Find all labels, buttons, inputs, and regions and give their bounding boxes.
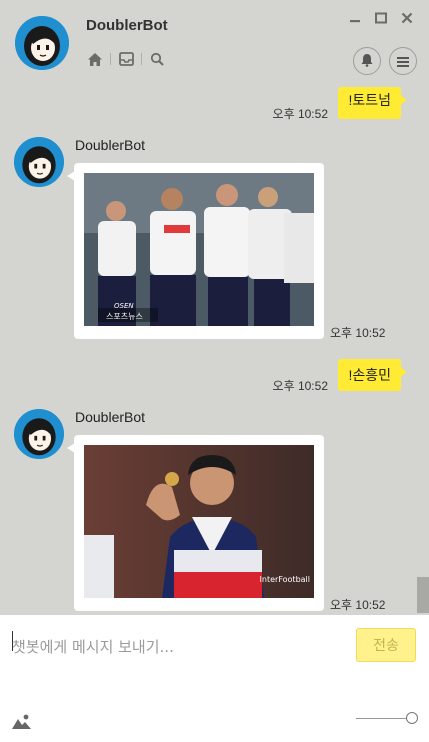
sender-name: DoublerBot [75, 409, 146, 425]
close-icon[interactable] [400, 11, 414, 25]
menu-button[interactable] [389, 47, 417, 75]
slider-track [356, 718, 412, 719]
message-time: 오후 10:52 [330, 326, 386, 340]
image-watermark: OSEN [114, 302, 134, 310]
image-caption: 스포츠뉴스 [106, 312, 143, 321]
menu-icon [397, 52, 409, 71]
chat-history[interactable]: 오후 10:52 !토트넘 DoublerBot 스포츠뉴스 OSEN 오후 1… [0, 87, 429, 615]
composer: 전송 [0, 615, 429, 742]
toolbar-divider [141, 53, 142, 65]
bot-avatar[interactable] [15, 16, 69, 70]
chat-scrollbar[interactable] [417, 577, 429, 613]
bot-avatar[interactable] [14, 137, 64, 187]
toolbar [86, 50, 166, 68]
maximize-icon[interactable] [374, 11, 388, 25]
minimize-icon[interactable] [348, 11, 362, 25]
bot-avatar[interactable] [14, 409, 64, 459]
home-icon[interactable] [86, 50, 104, 68]
window-controls [348, 11, 414, 25]
sent-message-bubble[interactable]: !손흥민 [338, 359, 407, 391]
chat-header: DoublerBot [0, 0, 429, 87]
message-time: 오후 10:52 [272, 379, 328, 393]
image-watermark: InterFootball [259, 575, 310, 584]
toolbar-divider [110, 53, 111, 65]
team-photo[interactable]: 스포츠뉴스 OSEN [84, 173, 314, 326]
image-message[interactable]: InterFootball [67, 435, 324, 611]
search-icon[interactable] [148, 50, 166, 68]
window-title: DoublerBot [86, 17, 168, 34]
message-time: 오후 10:52 [272, 107, 328, 121]
message-input[interactable] [12, 627, 342, 667]
opacity-slider[interactable] [356, 711, 418, 725]
send-button[interactable]: 전송 [356, 628, 416, 662]
bell-icon [360, 52, 374, 71]
sender-name: DoublerBot [75, 137, 146, 153]
image-message[interactable]: 스포츠뉴스 OSEN [67, 163, 324, 339]
notification-button[interactable] [353, 47, 381, 75]
message-time: 오후 10:52 [330, 598, 386, 612]
slider-knob[interactable] [406, 712, 418, 724]
inbox-icon[interactable] [117, 50, 135, 68]
attach-image-icon[interactable] [11, 712, 33, 730]
player-photo[interactable]: InterFootball [84, 445, 314, 598]
sent-message-bubble[interactable]: !토트넘 [338, 87, 407, 119]
